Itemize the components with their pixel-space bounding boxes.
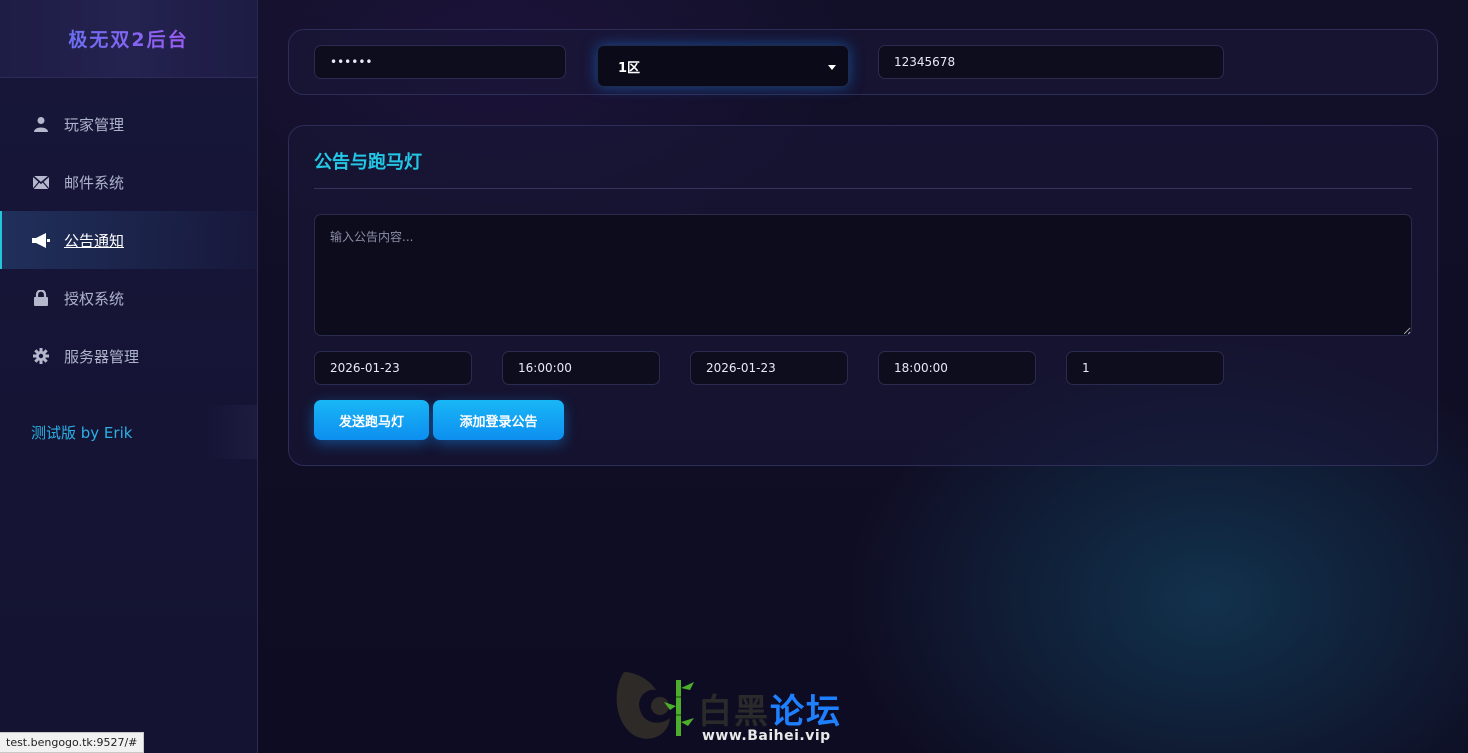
sidebar-nav: 玩家管理 邮件系统 公告通知 授权系统 服务器管理 [0,95,257,385]
watermark-text: 白黑论坛 [698,684,842,733]
watermark-text-dark: 白黑 [698,692,770,732]
forum-watermark: 白黑论坛 www.Baihei.vip [610,666,860,748]
announcement-content-input[interactable] [314,214,1412,336]
watermark-url: www.Baihei.vip [702,728,831,744]
start-date-field[interactable]: 2026-01-23 [314,351,472,385]
caret-down-icon [828,65,836,70]
server-select[interactable]: 1区 [597,45,849,87]
sidebar-item-label: 公告通知 [64,231,125,250]
server-selection-card: •••••• 1区 12345678 [288,29,1438,95]
app-title: 极无双2后台 [68,25,188,52]
mail-icon [32,173,50,191]
version-label: 测试版 by Erik [0,405,257,459]
gear-icon [32,347,50,365]
sidebar-item-label: 邮件系统 [64,173,125,192]
sidebar-item-mail[interactable]: 邮件系统 [0,153,257,211]
sidebar-item-players[interactable]: 玩家管理 [0,95,257,153]
brand-header: 极无双2后台 [0,0,257,78]
account-field[interactable]: 12345678 [878,45,1224,79]
send-marquee-button[interactable]: 发送跑马灯 [314,400,429,440]
password-field[interactable]: •••••• [314,45,566,79]
sidebar-item-announcements[interactable]: 公告通知 [0,211,257,269]
megaphone-icon [32,231,50,249]
sidebar: 极无双2后台 玩家管理 邮件系统 公告通知 授权系统 服务器管理 测试版 by … [0,0,258,753]
add-login-notice-button[interactable]: 添加登录公告 [433,400,564,440]
user-icon [32,115,50,133]
start-time-field[interactable]: 16:00:00 [502,351,660,385]
browser-status-bar: test.bengogo.tk:9527/# [0,732,145,753]
interval-field[interactable]: 1 [1066,351,1224,385]
lock-icon [32,289,50,307]
sidebar-item-servers[interactable]: 服务器管理 [0,327,257,385]
sidebar-item-label: 玩家管理 [64,115,125,134]
sidebar-item-license[interactable]: 授权系统 [0,269,257,327]
divider [314,188,1412,189]
watermark-text-blue: 论坛 [770,692,842,732]
server-select-value: 1区 [618,60,641,76]
end-date-field[interactable]: 2026-01-23 [690,351,848,385]
end-time-field[interactable]: 18:00:00 [878,351,1036,385]
section-title: 公告与跑马灯 [314,152,422,173]
bamboo-logo-icon [616,672,694,739]
sidebar-item-label: 服务器管理 [64,347,140,366]
announcement-card: 公告与跑马灯 2026-01-23 16:00:00 2026-01-23 18… [288,125,1438,466]
sidebar-item-label: 授权系统 [64,289,125,308]
